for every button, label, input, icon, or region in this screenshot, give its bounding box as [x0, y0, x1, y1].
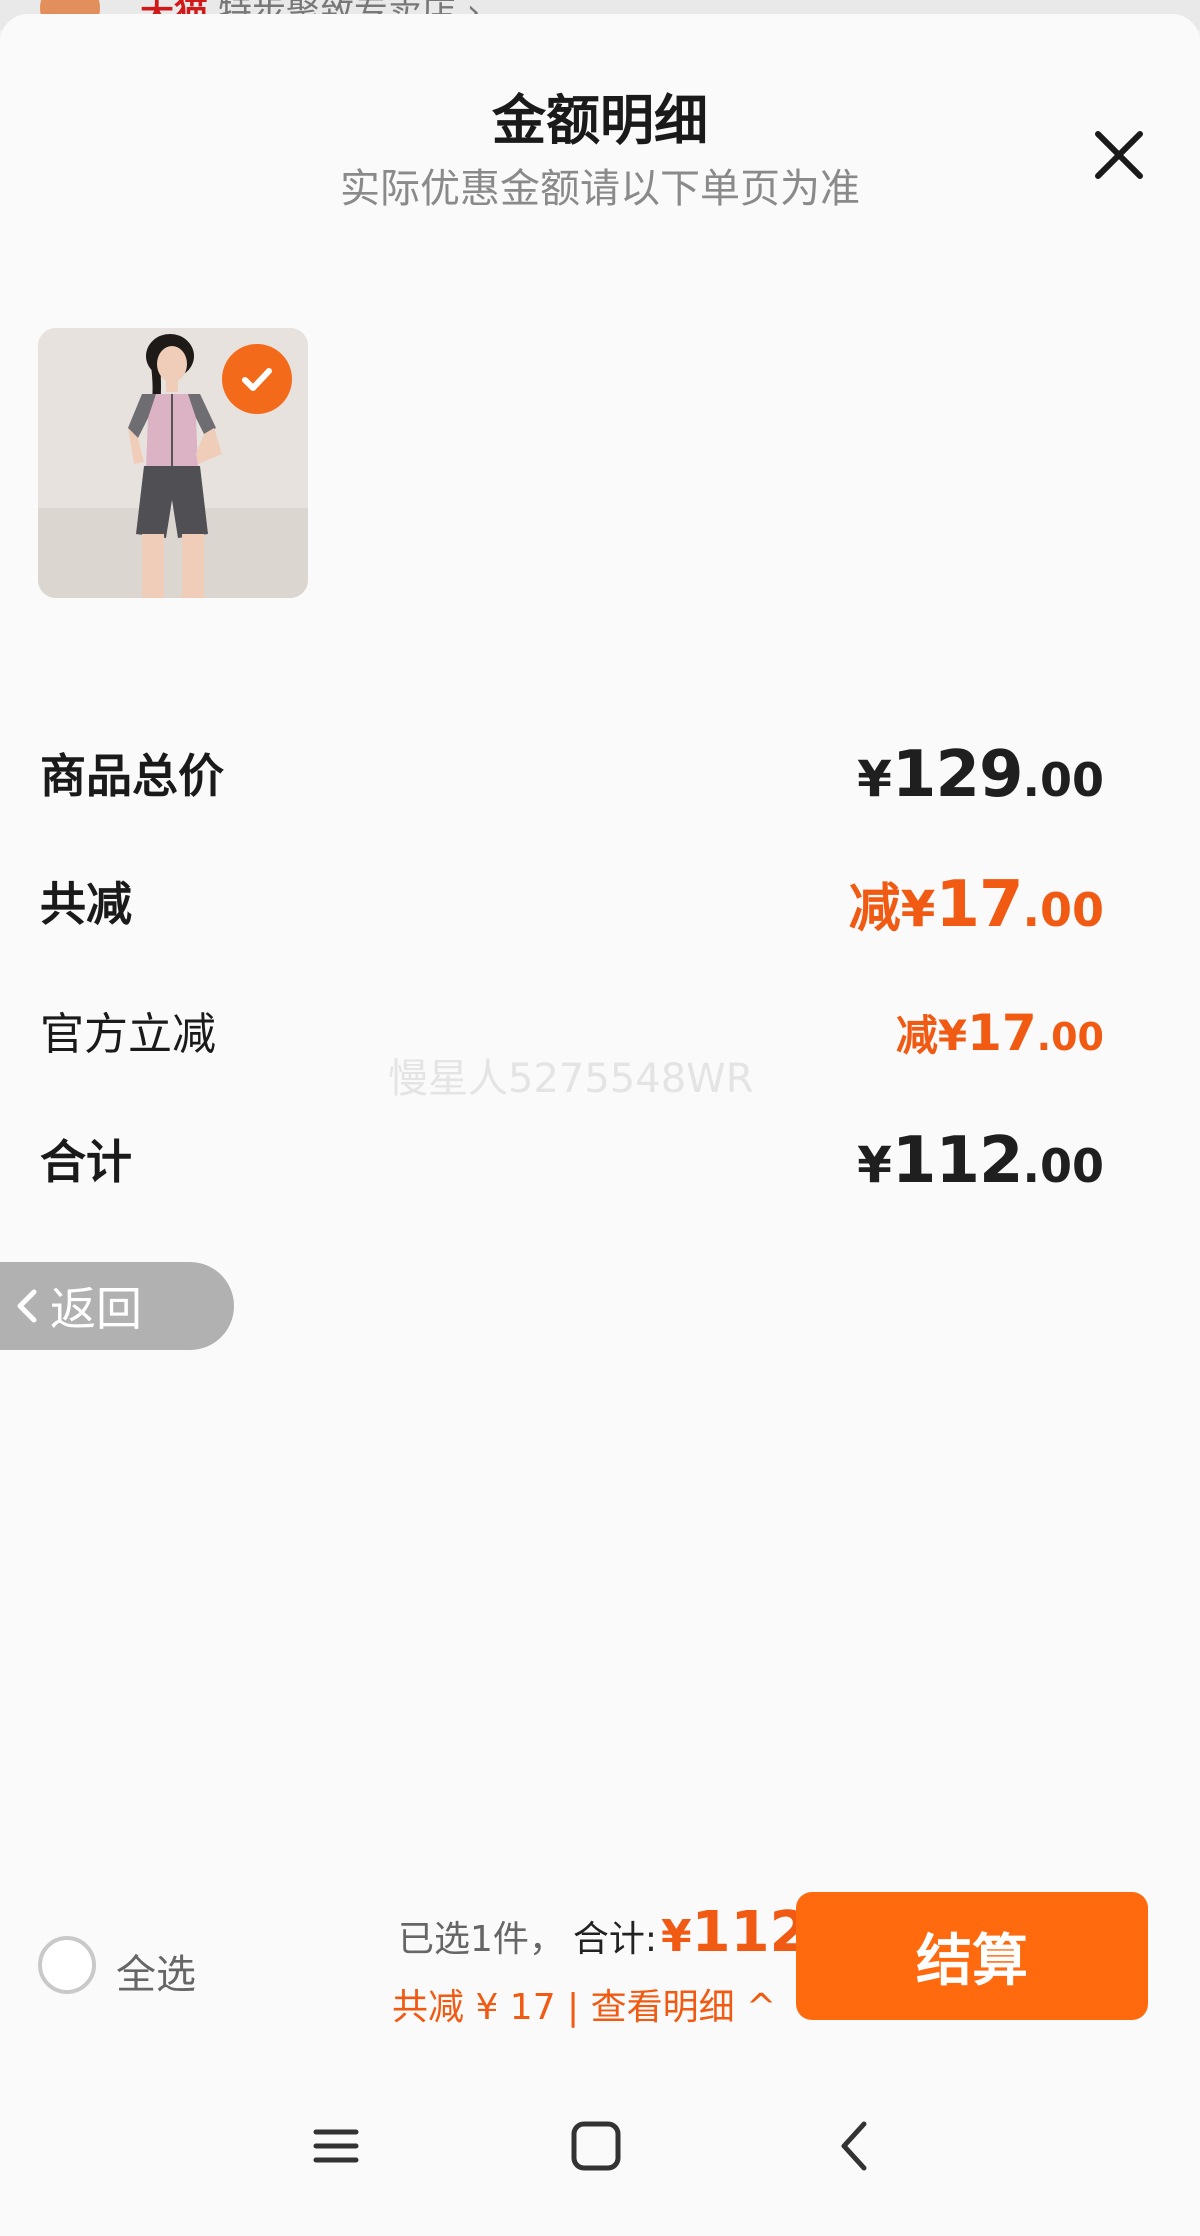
amount-integer: 112	[891, 1124, 1024, 1198]
home-square-icon	[571, 2121, 621, 2171]
currency-symbol: ¥	[857, 1136, 892, 1194]
checkmark-icon	[242, 368, 272, 391]
sheet-title: 金额明细	[492, 89, 708, 152]
amount-integer: 129	[891, 738, 1024, 812]
amount-decimal: .00	[1022, 883, 1105, 937]
selected-count: 已选1件，	[398, 1919, 565, 1960]
row-amount-grand-total: ¥112.00	[857, 1124, 1104, 1198]
close-icon	[1095, 131, 1143, 179]
amount-integer: 17	[935, 868, 1023, 942]
currency-symbol: ¥	[937, 1011, 968, 1060]
item-selected-check[interactable]	[222, 344, 292, 414]
select-all-label[interactable]: 全选	[116, 1942, 196, 2000]
cart-summary: 已选1件， 合计:¥112	[398, 1900, 809, 1965]
row-amount-total-discount: 减¥17.00	[849, 866, 1104, 942]
amount-integer: 17	[967, 1004, 1037, 1062]
currency-symbol: ¥	[900, 880, 936, 938]
menu-button[interactable]	[306, 2116, 366, 2176]
amount-decimal: .00	[1022, 1139, 1105, 1193]
back-button[interactable]: 返回	[0, 1262, 234, 1350]
sheet-subtitle: 实际优惠金额请以下单页为准	[340, 166, 860, 212]
back-chevron-icon	[841, 2121, 867, 2171]
back-button-label: 返回	[50, 1282, 142, 1336]
checkout-button[interactable]: 结算	[796, 1892, 1148, 2020]
chevron-left-icon	[17, 1289, 37, 1323]
row-label-grand-total: 合计	[40, 1135, 132, 1189]
amount-decimal: .00	[1022, 753, 1105, 807]
row-amount-subtotal: ¥129.00	[857, 738, 1104, 812]
close-button[interactable]	[1084, 120, 1154, 190]
discount-prefix: 减	[895, 1011, 938, 1060]
view-detail-link[interactable]: 共减 ¥ 17 | 查看明细 ^	[392, 1978, 776, 2030]
menu-icon	[313, 2129, 359, 2163]
user-watermark: 慢星人5275548WR	[388, 1056, 754, 1102]
row-label-subtotal: 商品总价	[40, 749, 224, 803]
total-currency: ¥	[661, 1911, 692, 1962]
total-value: 112	[691, 1900, 809, 1965]
amount-decimal: .00	[1036, 1015, 1104, 1059]
total-label: 合计:	[572, 1919, 658, 1960]
system-back-button[interactable]	[826, 2116, 886, 2176]
discount-prefix: 减	[848, 879, 901, 939]
home-button[interactable]	[566, 2116, 626, 2176]
currency-symbol: ¥	[857, 750, 892, 808]
row-label-official-discount: 官方立减	[40, 1009, 216, 1060]
select-all-checkbox[interactable]	[38, 1936, 96, 1994]
row-label-total-discount: 共减	[40, 877, 132, 931]
row-amount-official-discount: 减¥17.00	[896, 1002, 1104, 1063]
